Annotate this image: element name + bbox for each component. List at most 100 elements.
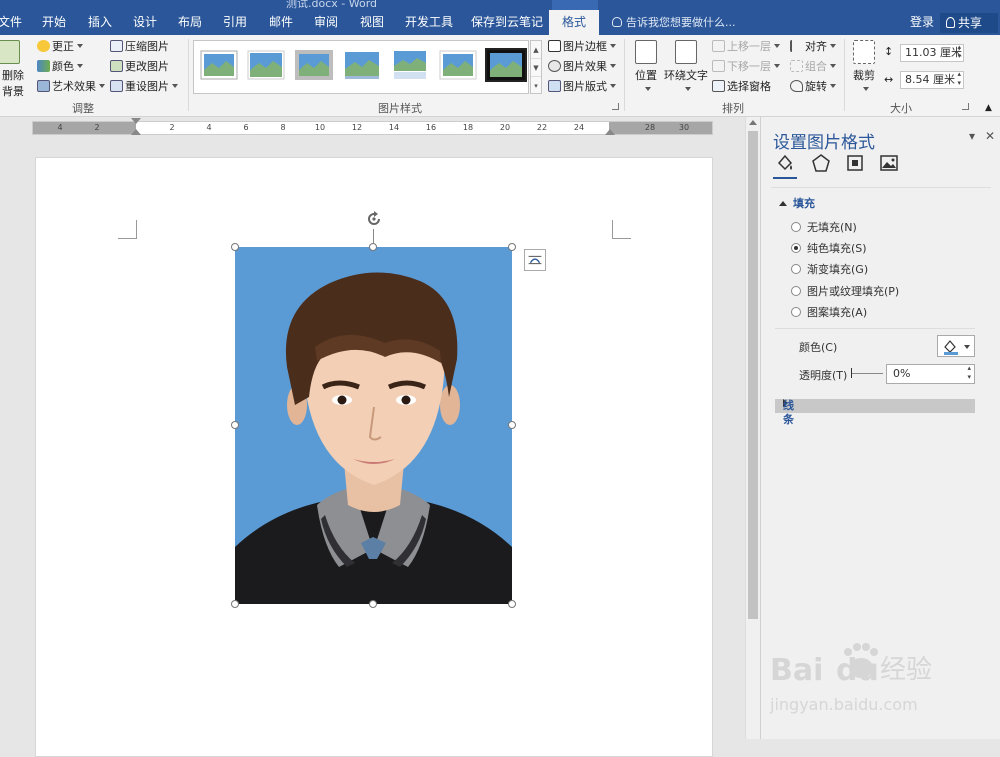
picture-texture-fill-option[interactable]: 图片或纹理填充(P): [791, 284, 899, 300]
color-label: 颜色(C): [799, 341, 838, 354]
color-button[interactable]: 颜色: [37, 58, 83, 76]
active-tab-indicator: [773, 177, 797, 179]
style-thumbnail[interactable]: [247, 50, 285, 80]
collapse-ribbon-icon[interactable]: ▲: [985, 99, 992, 117]
line-section-header[interactable]: 线条: [775, 399, 975, 426]
radio-button[interactable]: [791, 307, 801, 317]
ruler-tick: 2: [94, 123, 100, 132]
radio-button[interactable]: [791, 222, 801, 232]
style-thumbnail[interactable]: [295, 50, 333, 80]
resize-handle[interactable]: [369, 600, 377, 608]
hanging-indent-marker[interactable]: [131, 129, 141, 135]
tab-review[interactable]: 审阅: [314, 10, 338, 35]
selected-picture[interactable]: [235, 247, 512, 604]
tab-view[interactable]: 视图: [360, 10, 384, 35]
resize-handle[interactable]: [508, 421, 516, 429]
picture-icon[interactable]: [879, 153, 899, 173]
radio-button[interactable]: [791, 286, 801, 296]
transparency-slider[interactable]: [851, 368, 883, 378]
style-thumbnail[interactable]: [200, 50, 238, 80]
style-thumbnail[interactable]: [391, 50, 429, 80]
resize-handle[interactable]: [369, 243, 377, 251]
resize-handle[interactable]: [231, 600, 239, 608]
tab-mailings[interactable]: 邮件: [269, 10, 293, 35]
corrections-button[interactable]: 更正: [37, 38, 83, 56]
radio-button-selected[interactable]: [791, 243, 801, 253]
tab-layout[interactable]: 布局: [178, 10, 202, 35]
group-icon: [790, 60, 803, 72]
remove-background-icon: [0, 40, 20, 64]
transparency-input[interactable]: 0%: [886, 364, 975, 384]
height-input[interactable]: 11.03 厘米: [900, 43, 964, 62]
rotate-button[interactable]: 旋转: [790, 78, 836, 96]
picture-layout-button[interactable]: 图片版式: [548, 78, 616, 96]
crop-button[interactable]: 裁剪: [848, 40, 880, 96]
tab-cloud-note[interactable]: 保存到云笔记: [471, 10, 543, 35]
tab-format[interactable]: 格式: [549, 10, 599, 35]
bring-forward-button[interactable]: 上移一层: [712, 38, 780, 56]
width-input[interactable]: 8.54 厘米: [900, 70, 964, 89]
login-link[interactable]: 登录: [910, 10, 934, 35]
chevron-down-icon: [862, 87, 869, 91]
radio-button[interactable]: [791, 264, 801, 274]
svg-text:du: du: [836, 653, 879, 688]
no-fill-option[interactable]: 无填充(N): [791, 220, 857, 236]
ruler-tick: 14: [388, 123, 400, 132]
solid-fill-option[interactable]: 纯色填充(S): [791, 241, 867, 257]
scroll-up-icon[interactable]: [749, 120, 757, 125]
scroll-thumb[interactable]: [748, 131, 758, 619]
tab-design[interactable]: 设计: [133, 10, 157, 35]
tell-me-search[interactable]: 告诉我您想要做什么...: [612, 10, 736, 35]
dialog-launcher-icon[interactable]: [612, 103, 619, 110]
compress-pictures-button[interactable]: 压缩图片: [110, 38, 169, 56]
wrap-text-button[interactable]: 环绕文字: [664, 40, 708, 96]
align-button[interactable]: 对齐: [790, 38, 836, 56]
picture-effects-button[interactable]: 图片效果: [548, 58, 616, 76]
layout-properties-icon[interactable]: [845, 153, 865, 173]
divider: [844, 39, 845, 111]
gallery-down-icon[interactable]: ▼: [531, 59, 541, 77]
resize-handle[interactable]: [231, 421, 239, 429]
reset-picture-button[interactable]: 重设图片: [110, 78, 178, 96]
style-thumbnail-selected[interactable]: [485, 48, 527, 82]
resize-handle[interactable]: [508, 243, 516, 251]
close-icon[interactable]: ✕: [985, 129, 995, 143]
share-button[interactable]: 共享: [940, 13, 998, 33]
gradient-fill-option[interactable]: 渐变填充(G): [791, 262, 868, 278]
fill-line-icon[interactable]: [775, 153, 795, 173]
ruler-margin-right: [609, 122, 712, 134]
position-button[interactable]: 位置: [630, 40, 662, 96]
change-picture-button[interactable]: 更改图片: [110, 58, 169, 76]
picture-border-button[interactable]: 图片边框: [548, 38, 616, 56]
gallery-scroll[interactable]: ▲ ▼ ▾: [530, 40, 542, 94]
pattern-fill-option[interactable]: 图案填充(A): [791, 305, 867, 321]
gallery-more-icon[interactable]: ▾: [531, 77, 541, 95]
style-thumbnail[interactable]: [343, 50, 381, 80]
baidu-watermark-logo: Bai du 经验 jingyan.baidu.com: [768, 630, 958, 720]
resize-handle[interactable]: [231, 243, 239, 251]
effects-pentagon-icon[interactable]: [811, 153, 831, 173]
gallery-up-icon[interactable]: ▲: [531, 41, 541, 59]
fill-color-picker[interactable]: [937, 335, 975, 357]
rotate-handle-icon[interactable]: [364, 209, 384, 229]
first-line-indent-marker[interactable]: [131, 118, 141, 124]
vertical-scrollbar[interactable]: [745, 117, 760, 739]
right-indent-marker[interactable]: [605, 129, 615, 135]
tab-insert[interactable]: 插入: [88, 10, 112, 35]
ribbon-tab-bar: 文件 开始 插入 设计 布局 引用 邮件 审阅 视图 开发工具 保存到云笔记 格…: [0, 10, 1000, 35]
style-thumbnail[interactable]: [439, 50, 477, 80]
remove-background-button[interactable]: 删除背景: [0, 40, 26, 99]
artistic-effects-button[interactable]: 艺术效果: [37, 78, 105, 96]
selection-pane-button[interactable]: 选择窗格: [712, 78, 771, 96]
group-button[interactable]: 组合: [790, 58, 836, 76]
tab-file[interactable]: 文件: [0, 10, 22, 35]
tab-home[interactable]: 开始: [42, 10, 66, 35]
send-backward-button[interactable]: 下移一层: [712, 58, 780, 76]
tab-references[interactable]: 引用: [223, 10, 247, 35]
resize-handle[interactable]: [508, 600, 516, 608]
dialog-launcher-icon[interactable]: [962, 103, 969, 110]
layout-options-icon[interactable]: [524, 249, 546, 271]
pane-options-icon[interactable]: ▾: [969, 129, 975, 143]
fill-section-header[interactable]: 填充: [779, 195, 815, 211]
tab-developer[interactable]: 开发工具: [405, 10, 453, 35]
